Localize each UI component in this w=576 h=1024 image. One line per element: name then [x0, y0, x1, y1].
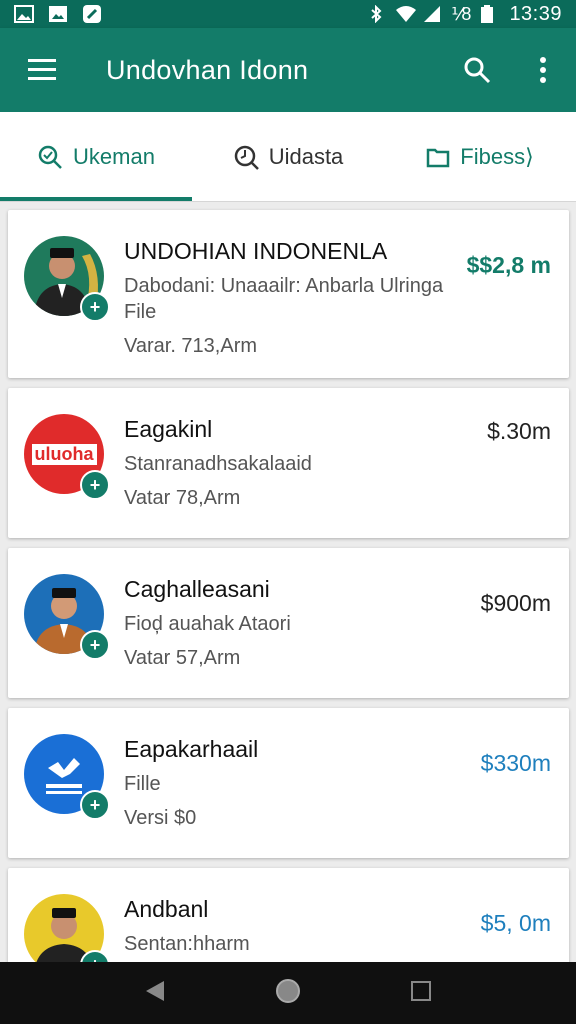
item-category: File — [124, 301, 157, 323]
overflow-menu-button[interactable] — [510, 28, 576, 112]
brand-logo-text: uluoha — [31, 443, 97, 465]
tab-uidasta[interactable]: Uidasta — [192, 112, 384, 201]
tab-bar: Ukeman Uidasta Fibess⟩ — [0, 112, 576, 202]
item-description: Dabodani: Unaaailr: Anbarla Ulringa — [124, 275, 444, 297]
install-badge[interactable]: + — [80, 790, 110, 820]
item-price: $5, 0m — [480, 910, 551, 936]
install-badge[interactable]: + — [80, 630, 110, 660]
item-description: Sentan:hharm — [124, 933, 250, 955]
search-chat-icon — [38, 145, 62, 169]
more-vert-icon — [540, 57, 546, 83]
install-badge[interactable]: + — [80, 470, 110, 500]
search-button[interactable] — [444, 28, 510, 112]
item-price: $330m — [480, 750, 551, 776]
home-circle-icon — [275, 978, 300, 1003]
recents-button[interactable] — [410, 980, 432, 1007]
tab-label: Fibess⟩ — [460, 143, 534, 169]
item-description: Fioḑ auahak Ataori — [124, 613, 291, 635]
list-item[interactable]: uluoha + Eagakinl Stanranadhsakalaaid Va… — [8, 388, 569, 538]
gallery-notification-icon — [14, 5, 34, 23]
item-version: Varar. 713,Arm — [124, 335, 258, 357]
item-title: Caghalleasani — [124, 576, 270, 602]
clock: 13:39 — [509, 2, 562, 25]
back-triangle-icon — [146, 980, 165, 1001]
status-bar: ⅟8 13:39 — [0, 0, 576, 28]
back-button[interactable] — [144, 979, 166, 1008]
list-item[interactable]: + Eapakarhaail Fille Versi $0 $330m — [8, 708, 569, 858]
home-button[interactable] — [275, 978, 301, 1009]
bluetooth-icon — [367, 4, 385, 24]
list-item[interactable]: + Caghalleasani Fioḑ auahak Ataori Vatar… — [8, 548, 569, 698]
item-version: Vatar 57,Arm — [124, 647, 241, 669]
item-description: Fille — [124, 773, 161, 795]
item-title: Eagakinl — [124, 416, 213, 442]
item-description: Stanranadhsakalaaid — [124, 453, 312, 475]
battery-percent: ⅟8 — [451, 3, 472, 24]
install-badge[interactable]: + — [80, 292, 110, 322]
item-version: Versi $0 — [124, 807, 197, 829]
list-item[interactable]: + UNDOHIAN INDONENLA Dabodani: Unaaailr:… — [8, 210, 569, 378]
image-notification-icon — [48, 5, 68, 23]
item-title: UNDOHIAN INDONENLA — [124, 238, 388, 264]
item-title: Andbanl — [124, 896, 209, 922]
tab-fibess[interactable]: Fibess⟩ — [384, 112, 576, 201]
hamburger-icon — [28, 59, 56, 80]
folder-icon — [427, 148, 450, 167]
item-price: $$2,8 m — [466, 252, 551, 278]
recents-square-icon — [410, 980, 431, 1001]
item-price: $.30m — [487, 418, 551, 444]
app-notification-icon — [82, 5, 102, 23]
app-list: + UNDOHIAN INDONENLA Dabodani: Unaaailr:… — [8, 210, 569, 1024]
menu-button[interactable] — [0, 28, 84, 112]
signal-icon — [423, 5, 441, 23]
battery-icon — [481, 5, 499, 23]
tab-ukeman[interactable]: Ukeman — [0, 112, 192, 201]
item-price: $900m — [480, 590, 551, 616]
app-bar: Undovhan Idonn — [0, 28, 576, 112]
tab-label: Uidasta — [268, 143, 344, 169]
tab-label: Ukeman — [73, 143, 155, 169]
search-icon — [464, 57, 491, 84]
item-title: Eapakarhaail — [124, 736, 259, 762]
item-version: Vatar 78,Arm — [124, 487, 241, 509]
wifi-icon — [395, 5, 417, 23]
system-nav-bar — [0, 962, 576, 1024]
clock-search-icon — [234, 145, 259, 170]
app-title: Undovhan Idonn — [106, 54, 309, 85]
